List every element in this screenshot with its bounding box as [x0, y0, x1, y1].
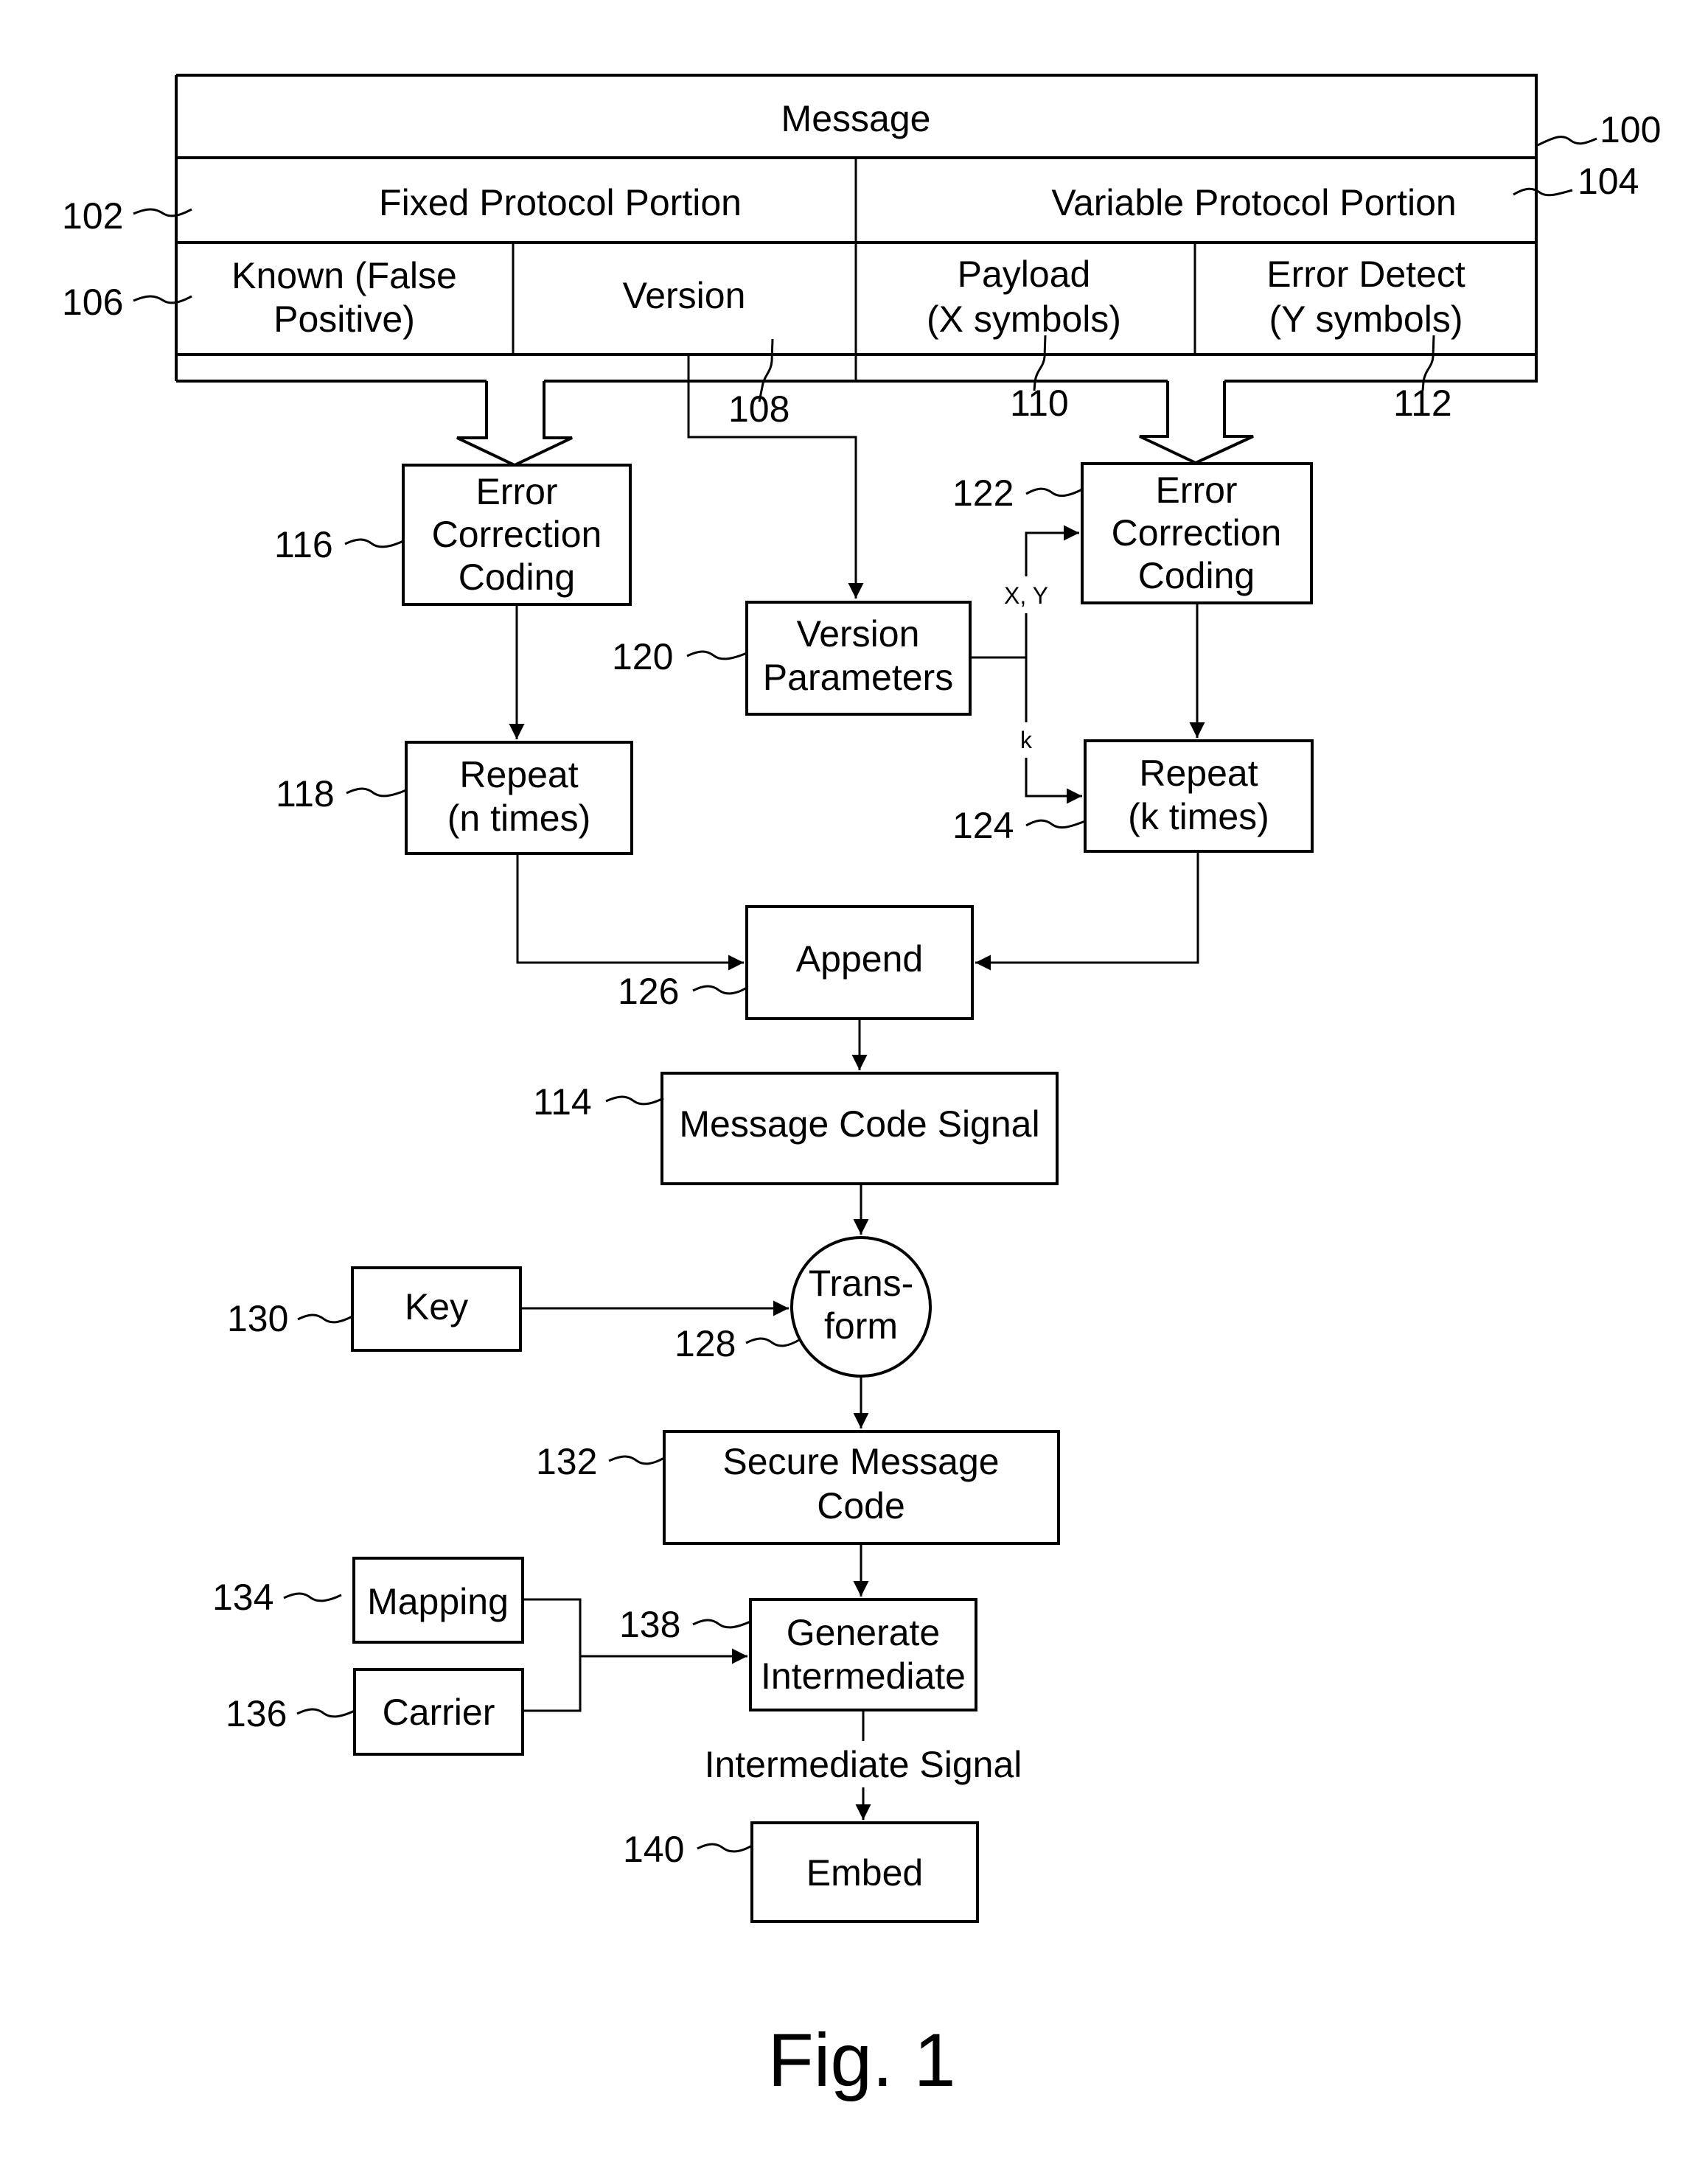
ref-130: 130 — [227, 1298, 288, 1339]
ref-118: 118 — [276, 773, 335, 814]
block-carrier-label: Carrier — [383, 1692, 495, 1733]
ref-102: 102 — [62, 195, 123, 237]
ref-114: 114 — [533, 1081, 592, 1123]
block-generate-intermediate-line1: Generate — [787, 1612, 940, 1653]
fixed-portion-label: Fixed Protocol Portion — [379, 182, 742, 223]
block-repeat-k-line2: (k times) — [1128, 796, 1269, 837]
arrow-repeat-n-to-append — [516, 854, 744, 971]
leader-134 — [283, 1592, 342, 1602]
block-append-label: Append — [796, 938, 923, 980]
ref-128: 128 — [675, 1323, 736, 1364]
leader-104 — [1513, 187, 1573, 197]
mapping-carrier-junction — [523, 1598, 582, 1712]
ref-100: 100 — [1600, 109, 1661, 150]
leader-106 — [133, 295, 192, 304]
field-version: Version — [623, 275, 746, 316]
ref-106: 106 — [62, 282, 123, 323]
block-ecc-variable-line2: Correction — [1112, 512, 1282, 554]
leader-138 — [692, 1619, 751, 1629]
arrow-repeat-k-to-append — [975, 851, 1199, 971]
block-arrow-fixed — [456, 381, 573, 467]
field-errdetect-line1: Error Detect — [1266, 254, 1465, 295]
message-title: Message — [781, 98, 931, 139]
leader-116 — [344, 538, 404, 548]
arrow-k-to-repeat — [1025, 758, 1082, 804]
ref-126: 126 — [618, 971, 679, 1012]
leader-130 — [297, 1313, 353, 1324]
ref-134: 134 — [212, 1577, 273, 1618]
ref-140: 140 — [623, 1829, 684, 1870]
field-known-line1: Known (False — [231, 255, 457, 296]
ref-120: 120 — [612, 636, 673, 677]
leader-114 — [605, 1095, 664, 1106]
ref-138: 138 — [619, 1604, 680, 1645]
block-mapping-label: Mapping — [367, 1581, 509, 1622]
arrow-xy-to-ecc — [1025, 525, 1079, 576]
block-message-code-signal-label: Message Code Signal — [679, 1103, 1039, 1145]
block-transform-line1: Trans- — [809, 1263, 914, 1304]
leader-140 — [697, 1843, 753, 1853]
block-ecc-fixed-line1: Error — [475, 471, 557, 512]
block-repeat-n-line1: Repeat — [459, 754, 578, 795]
leader-124 — [1025, 819, 1086, 829]
block-version-params-line1: Version — [797, 613, 920, 655]
ref-116: 116 — [274, 524, 333, 565]
ref-124: 124 — [952, 805, 1014, 846]
leader-136 — [296, 1708, 355, 1718]
field-known-line2: Positive) — [273, 299, 415, 340]
leader-126 — [692, 985, 747, 995]
field-payload-line2: (X symbols) — [927, 299, 1121, 340]
block-ecc-variable-line1: Error — [1155, 470, 1237, 511]
variable-portion-label: Variable Protocol Portion — [1051, 182, 1456, 223]
block-generate-intermediate-line2: Intermediate — [761, 1655, 966, 1697]
ref-110: 110 — [1010, 383, 1069, 424]
edge-label-xy: X, Y — [1004, 582, 1048, 609]
leader-122 — [1025, 487, 1083, 498]
leader-118 — [346, 787, 407, 798]
ref-136: 136 — [226, 1693, 287, 1734]
block-version-params-line2: Parameters — [763, 657, 953, 698]
block-secure-message-code-line2: Code — [817, 1485, 905, 1526]
block-secure-message-code-line1: Secure Message — [722, 1441, 999, 1482]
field-payload-line1: Payload — [958, 254, 1091, 295]
block-transform-line2: form — [824, 1305, 898, 1347]
block-ecc-fixed-line3: Coding — [459, 556, 575, 598]
block-key-label: Key — [405, 1286, 468, 1327]
leader-102 — [133, 208, 192, 217]
message-structure: Message Fixed Protocol Portion Variable … — [62, 74, 1661, 430]
block-repeat-k-line1: Repeat — [1139, 753, 1258, 794]
figure-caption: Fig. 1 — [767, 2018, 955, 2102]
edge-label-k: k — [1020, 727, 1033, 753]
flow-blocks: Error Correction Coding 116 Repeat (n ti… — [212, 462, 1314, 1923]
block-repeat-n-line2: (n times) — [447, 798, 590, 839]
block-ecc-variable-line3: Coding — [1138, 555, 1255, 596]
edge-label-intermediate-signal: Intermediate Signal — [705, 1744, 1022, 1785]
block-ecc-fixed-line2: Correction — [432, 514, 602, 555]
ref-122: 122 — [952, 472, 1014, 514]
leader-132 — [608, 1455, 665, 1465]
ref-108: 108 — [728, 388, 789, 430]
leader-100 — [1537, 136, 1597, 147]
ref-104: 104 — [1578, 161, 1639, 202]
block-arrow-variable — [1139, 381, 1254, 465]
field-errdetect-line2: (Y symbols) — [1269, 299, 1463, 340]
ref-132: 132 — [536, 1441, 597, 1482]
figure-canvas: Message Fixed Protocol Portion Variable … — [62, 74, 1661, 2102]
block-embed-label: Embed — [806, 1852, 923, 1894]
leader-128 — [745, 1337, 800, 1347]
leader-120 — [686, 650, 747, 660]
